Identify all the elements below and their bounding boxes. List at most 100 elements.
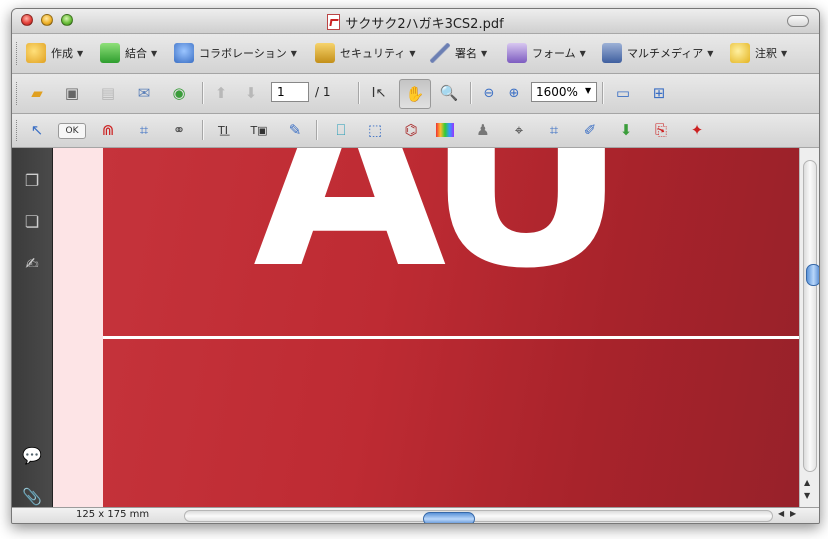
zoom-marquee-icon[interactable]: 🔍 [438, 82, 460, 104]
window-title: サクサク2ハガキ3CS2.pdf [12, 13, 819, 32]
acrobat-distiller-icon[interactable]: ✦ [686, 119, 708, 141]
toolbar-grip[interactable] [16, 42, 20, 65]
web-upload-icon[interactable]: ◉ [168, 82, 190, 104]
separator [316, 120, 317, 140]
dropdown-arrow-icon: ▼ [151, 48, 158, 58]
convert-pdf-icon[interactable]: ⎘ [650, 119, 672, 141]
title-bar[interactable]: サクサク2ハガキ3CS2.pdf [12, 9, 819, 34]
comment-menu-button[interactable]: 注釈 ▼ [730, 42, 787, 64]
zoom-out-icon[interactable]: ⊖ [478, 82, 500, 104]
print-icon[interactable]: ▣ [61, 82, 83, 104]
dropdown-arrow-icon: ▼ [579, 48, 586, 58]
fit-page-icon[interactable]: ⊞ [648, 82, 670, 104]
trim-box-icon[interactable]: ⌖ [508, 119, 530, 141]
scroll-down-arrow-icon[interactable]: ▼ [804, 491, 810, 500]
vertical-scroll-thumb[interactable] [806, 264, 819, 286]
preflight-icon[interactable]: ⌬ [400, 119, 422, 141]
ink-manager-icon[interactable]: ♟ [472, 119, 494, 141]
zoom-dropdown-arrow-icon[interactable]: ▼ [585, 86, 591, 95]
collaborate-menu-button[interactable]: コラボレーション ▼ [174, 42, 297, 64]
separator [202, 82, 203, 104]
forms-menu-button[interactable]: フォーム ▼ [507, 42, 586, 64]
status-bar: 125 x 175 mm ◀ ▶ [12, 507, 819, 523]
horizontal-scroll-track[interactable] [184, 510, 773, 523]
multimedia-label: マルチメディア [627, 47, 704, 60]
email-icon[interactable]: ✉ [133, 82, 155, 104]
document-view[interactable]: AU [53, 148, 799, 507]
comments-panel-icon[interactable]: 💬 [21, 444, 43, 466]
select-object-icon[interactable]: ↖ [26, 119, 48, 141]
touchup-icon[interactable]: ✎ [284, 119, 306, 141]
toolbar-toggle-button[interactable] [787, 15, 809, 27]
lock-icon [315, 43, 335, 63]
sign-menu-button[interactable]: 署名 ▼ [430, 42, 487, 64]
dropdown-arrow-icon: ▼ [409, 48, 416, 58]
file-navigation-toolbar: ▰ ▣ ▤ ✉ ◉ ⬆ ⬇ I↖ ✋ 🔍 ⊖ ⊕ ▭ ⊞ [12, 74, 819, 114]
crop-pages-icon[interactable]: ⬚ [364, 119, 386, 141]
edit-object-icon[interactable]: ✐ [579, 119, 601, 141]
dropdown-arrow-icon: ▼ [77, 48, 84, 58]
pages-panel-icon[interactable]: ❐ [21, 169, 43, 191]
page-crop-icon[interactable]: ⌗ [543, 119, 565, 141]
vertical-scrollbar[interactable]: ▲ ▼ [799, 148, 819, 507]
next-page-icon[interactable]: ⬇ [240, 82, 262, 104]
open-folder-icon[interactable]: ▰ [26, 82, 48, 104]
scroll-left-arrow-icon[interactable]: ◀ [778, 509, 784, 518]
bookmarks-panel-icon[interactable]: ❏ [21, 210, 43, 232]
dropdown-arrow-icon: ▼ [481, 48, 488, 58]
save-icon[interactable]: ▤ [97, 82, 119, 104]
pdf-file-icon [327, 14, 341, 30]
select-text-icon[interactable]: I↖ [368, 82, 390, 104]
comment-label: 注釈 [755, 47, 777, 60]
color-separation-icon[interactable] [436, 123, 454, 137]
collaborate-icon [174, 43, 194, 63]
film-icon [602, 43, 622, 63]
toolbar-grip[interactable] [16, 120, 20, 141]
previous-page-icon[interactable]: ⬆ [210, 82, 232, 104]
multimedia-menu-button[interactable]: マルチメディア ▼ [602, 42, 713, 64]
button-tool-icon[interactable]: OK [58, 123, 86, 139]
dropdown-arrow-icon: ▼ [707, 48, 714, 58]
combine-menu-button[interactable]: 結合 ▼ [100, 42, 157, 64]
page-total-label: / 1 [315, 85, 331, 99]
collaborate-label: コラボレーション [199, 47, 287, 60]
combine-label: 結合 [125, 47, 147, 60]
pdf-page-content: AU [103, 148, 799, 507]
download-icon[interactable]: ⬇ [615, 119, 637, 141]
toolbar-grip[interactable] [16, 82, 20, 105]
tasks-toolbar: 作成 ▼ 結合 ▼ コラボレーション ▼ セキュリティ ▼ 署名 ▼ フォーム ▼ マルチメ… [12, 34, 819, 74]
page-number-input[interactable]: 1 [271, 82, 309, 102]
create-menu-button[interactable]: 作成 ▼ [26, 42, 83, 64]
article-tool-icon[interactable]: ⎕ [330, 119, 352, 141]
fit-width-icon[interactable]: ▭ [612, 82, 634, 104]
attach-link-icon[interactable]: ⚭ [168, 119, 190, 141]
sign-label: 署名 [455, 47, 477, 60]
scroll-right-arrow-icon[interactable]: ▶ [790, 509, 796, 518]
navigation-pane: ❐ ❏ ✍ 💬 📎 [12, 148, 53, 507]
separator [358, 82, 359, 104]
crop-tool-icon[interactable]: ⌗ [133, 119, 155, 141]
text-field-icon[interactable]: T͟I [212, 119, 234, 141]
form-icon [507, 43, 527, 63]
dropdown-arrow-icon: ▼ [781, 48, 788, 58]
vertical-scroll-track[interactable] [803, 160, 819, 472]
dropdown-arrow-icon: ▼ [290, 48, 297, 58]
zoom-in-icon[interactable]: ⊕ [503, 82, 525, 104]
editing-toolbar: ↖ OK ⋒ ⌗ ⚭ T͟I T▣ ✎ ⎕ ⬚ ⌬ ♟ ⌖ ⌗ ✐ ⬇ ⎘ ✦ [12, 114, 819, 148]
horizontal-scroll-thumb[interactable] [423, 512, 475, 523]
comment-icon [730, 43, 750, 63]
pen-sign-icon [430, 43, 450, 63]
security-menu-button[interactable]: セキュリティ ▼ [315, 42, 416, 64]
create-label: 作成 [51, 47, 73, 60]
separator [202, 120, 203, 140]
hand-tool-icon[interactable]: ✋ [399, 79, 431, 109]
forms-label: フォーム [532, 47, 576, 60]
link-tool-icon[interactable]: ⋒ [97, 119, 119, 141]
window-title-text: サクサク2ハガキ3CS2.pdf [345, 17, 504, 32]
attachments-panel-icon[interactable]: 📎 [21, 485, 43, 507]
text-box-icon[interactable]: T▣ [248, 119, 270, 141]
scroll-up-arrow-icon[interactable]: ▲ [804, 478, 810, 487]
signatures-panel-icon[interactable]: ✍ [21, 252, 43, 274]
separator [602, 82, 603, 104]
page-heading-text: AU [253, 148, 628, 323]
